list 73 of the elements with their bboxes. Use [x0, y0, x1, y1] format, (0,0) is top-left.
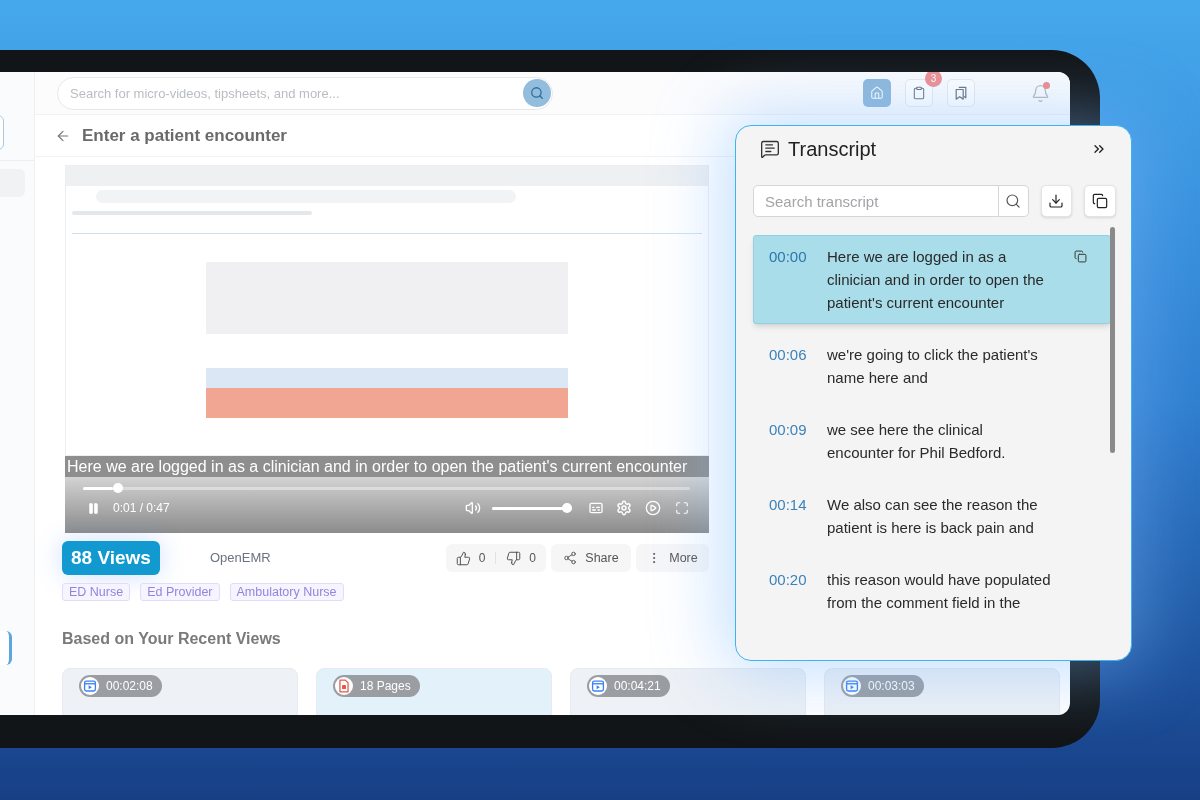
scrollbar-thumb[interactable]: [1110, 227, 1115, 453]
page-title: Enter a patient encounter: [82, 124, 287, 147]
pause-button[interactable]: [86, 501, 100, 515]
transcript-text: we're going to click the patient's name here and: [827, 345, 1039, 388]
timestamp: 00:06: [769, 345, 808, 365]
transcript-text: We also can see the reason the patient is here is back pain and: [827, 495, 1039, 538]
video-icon: [81, 677, 99, 695]
transcript-text: this reason would have populated from the comment field in the: [827, 570, 1052, 613]
timestamp: 00:20: [769, 570, 808, 590]
badge-text: 00:04:21: [614, 678, 661, 695]
badge-text: 18 Pages: [360, 678, 411, 695]
copy-icon[interactable]: [1074, 250, 1087, 263]
views-counter: 88 Views: [62, 541, 160, 575]
download-icon: [1048, 193, 1065, 209]
transcript-text: Here we are logged in as a clinician and in order to open the patient's current encounter: [827, 247, 1045, 313]
transcript-text: we see here the clinical encounter for Phil Bedford.: [827, 420, 1007, 463]
badge-text: 00:02:08: [106, 678, 153, 695]
thumbs-up-icon: [455, 550, 471, 566]
pause-icon: [86, 501, 100, 515]
badge-text: 00:03:03: [868, 678, 915, 695]
share-button[interactable]: Share: [551, 544, 631, 572]
document-icon: [335, 677, 353, 695]
captions-icon: [588, 500, 604, 516]
bookmarks-button[interactable]: [947, 79, 975, 107]
section-title: Based on Your Recent Views: [62, 629, 282, 649]
transcript-entry[interactable]: 00:09 we see here the clinical encounter for Phil Bedford.: [753, 408, 1111, 474]
clipboard-icon: [912, 86, 926, 100]
clipboard-button[interactable]: [905, 79, 933, 107]
timestamp: 00:09: [769, 420, 808, 440]
search-icon: [1005, 193, 1022, 209]
video-icon: [843, 677, 861, 695]
copy-button[interactable]: [1084, 185, 1116, 217]
transcript-entry[interactable]: 00:20 this reason would have populated from the comment field in the: [753, 558, 1111, 623]
count-badge: 3: [925, 72, 942, 87]
notifications-button[interactable]: [1030, 82, 1050, 104]
timestamp: 00:14: [769, 495, 808, 515]
bell-icon: [1030, 83, 1050, 103]
home-button[interactable]: [863, 79, 891, 107]
fullscreen-button[interactable]: [675, 501, 689, 515]
search-field[interactable]: Search for micro-videos, tipsheets, and more...: [57, 76, 553, 110]
playback-button[interactable]: [645, 500, 661, 516]
like-button[interactable]: 0: [455, 549, 486, 567]
share-icon: [563, 551, 578, 565]
search-icon: [530, 86, 544, 100]
copy-icon: [1092, 193, 1109, 209]
speaker-icon: [465, 500, 481, 516]
video-time: 0:01 / 0:47: [113, 500, 170, 517]
download-button[interactable]: [1040, 185, 1073, 217]
fullscreen-icon: [675, 501, 689, 515]
home-icon: [870, 86, 884, 100]
video-icon: [589, 677, 607, 695]
transcript-search-field[interactable]: Search transcript: [753, 185, 999, 217]
more-button[interactable]: More: [636, 544, 709, 572]
slider-thumb[interactable]: [112, 483, 123, 493]
volume-button[interactable]: [465, 500, 481, 516]
video-caption: Here we are logged in as a clinician and in order to open the patient's current encounter: [65, 456, 709, 477]
settings-icon: [616, 500, 632, 516]
slider-thumb[interactable]: [562, 503, 572, 513]
play-circle-icon: [645, 500, 661, 516]
channel-name: OpenEMR: [209, 549, 271, 568]
thumbs-down-icon: [506, 550, 522, 566]
panel-title: Transcript: [788, 137, 877, 162]
speech-bubble-icon: [760, 139, 780, 159]
transcript-entry[interactable]: 00:06 we're going to click the patient's name here and: [753, 333, 1111, 399]
timestamp: 00:00: [769, 247, 808, 267]
search-button[interactable]: [998, 185, 1029, 217]
settings-button[interactable]: [616, 500, 632, 516]
transcript-entry[interactable]: 00:14 We also can see the reason the patient is here is back pain and: [753, 483, 1111, 549]
captions-button[interactable]: [588, 500, 604, 516]
bookmarks-icon: [954, 86, 968, 100]
dislike-button[interactable]: 0: [506, 549, 536, 567]
transcript-entry[interactable]: 00:00 Here we are logged in as a clinician and in order to open the patient's current encounter: [753, 235, 1111, 324]
progress-track[interactable]: [83, 483, 690, 493]
